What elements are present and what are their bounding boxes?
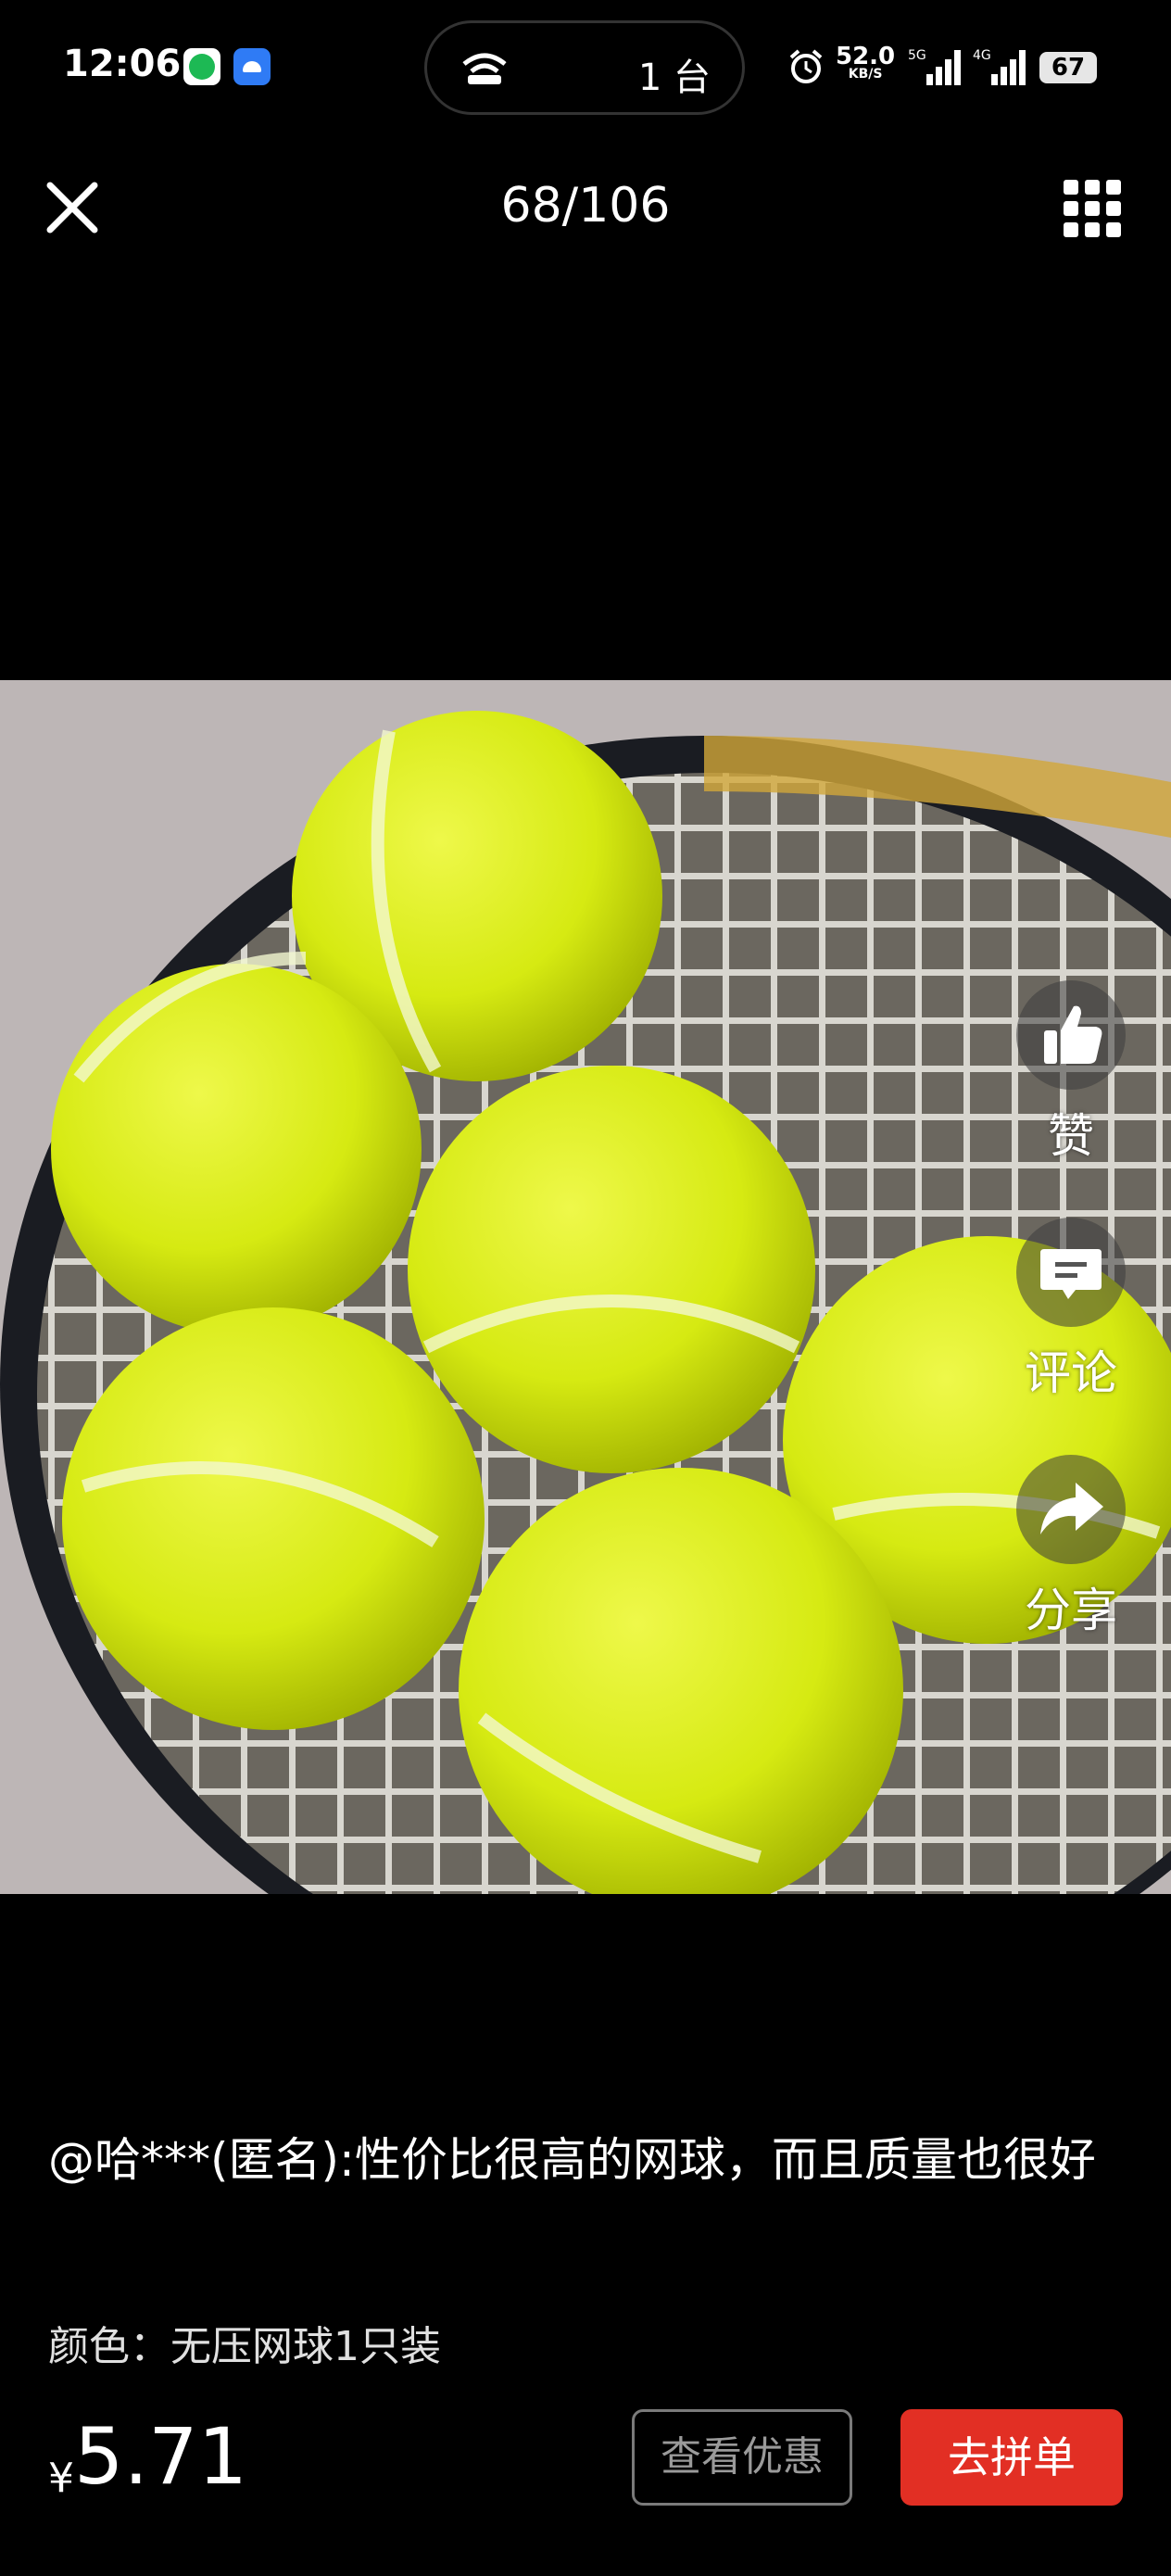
close-button[interactable]	[41, 176, 104, 239]
currency-symbol: ¥	[48, 2455, 74, 2502]
like-action[interactable]: 赞	[1015, 980, 1127, 1166]
alarm-icon	[789, 49, 823, 83]
price-value: 5.71	[74, 2411, 248, 2502]
thumbs-up-icon	[1016, 980, 1126, 1090]
comment-label: 评论	[1025, 1346, 1117, 1400]
tennis-balls-image	[0, 680, 1171, 1894]
hotspot-pill[interactable]: 1 台	[424, 20, 745, 115]
image-counter: 68/106	[500, 178, 671, 234]
group-buy-button[interactable]: 去拼单	[900, 2409, 1123, 2506]
comment-action[interactable]: 评论	[1015, 1218, 1127, 1403]
share-label: 分享	[1025, 1584, 1117, 1637]
like-label: 赞	[1048, 1109, 1094, 1163]
device-count: 1 台	[637, 57, 711, 99]
variant-text: 颜色：无压网球1只装	[48, 2323, 441, 2370]
android-icon	[233, 48, 271, 85]
net-speed: 52.0 KB/S	[836, 43, 896, 82]
view-coupon-button[interactable]: 查看优惠	[632, 2409, 852, 2506]
spotify-icon	[183, 48, 220, 85]
review-text: @哈***(匿名):性价比很高的网球，而且质量也很好	[48, 2133, 1096, 2187]
comment-icon	[1016, 1218, 1126, 1327]
status-bar: 12:06 1 台 52.0 KB/S 5G 4G 67	[0, 0, 1171, 139]
grid-view-button[interactable]	[1064, 180, 1121, 237]
hotspot-icon	[462, 53, 507, 84]
svg-text:4G: 4G	[973, 48, 991, 63]
review-photo[interactable]	[0, 680, 1171, 1894]
share-icon	[1016, 1455, 1126, 1564]
svg-text:5G: 5G	[908, 48, 926, 63]
signal-4g-icon: 4G	[973, 48, 1026, 85]
price: ¥5.71	[48, 2411, 247, 2502]
share-action[interactable]: 分享	[1015, 1455, 1127, 1640]
clock: 12:06	[63, 43, 182, 85]
signal-5g-icon: 5G	[908, 48, 961, 85]
battery-indicator: 67	[1039, 52, 1097, 83]
